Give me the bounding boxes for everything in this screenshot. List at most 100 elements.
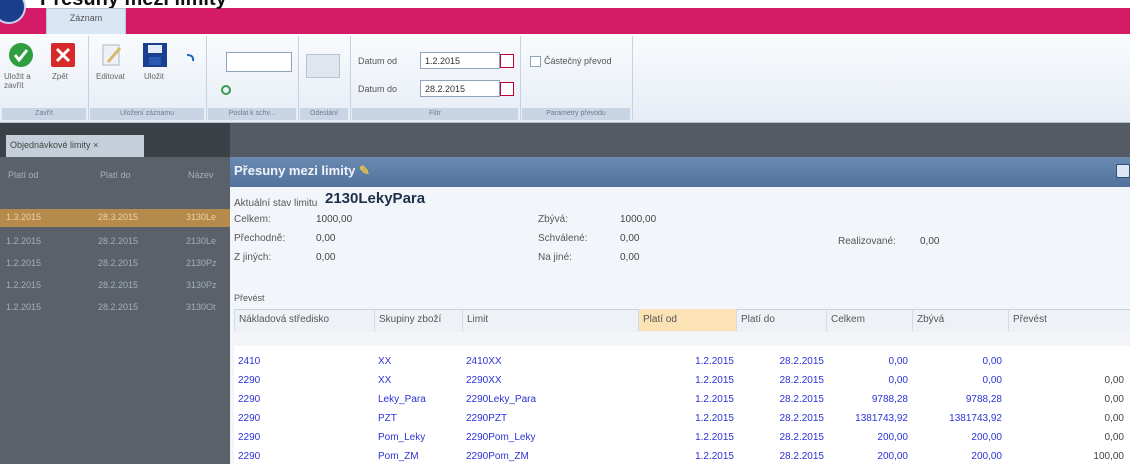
column-header-sorted[interactable]: Platí od <box>638 309 736 331</box>
cell-plati-od: 1.2.2015 <box>695 394 734 405</box>
cell-prevest[interactable]: 0,00 <box>1008 394 1124 405</box>
bg-cell: 28.2.2015 <box>98 280 139 290</box>
cell-prevest[interactable]: 0,00 <box>1008 413 1124 424</box>
cell-zbyva: 200,00 <box>971 432 1002 443</box>
bg-column-header: Platí od <box>8 170 39 180</box>
back-button[interactable]: Zpět <box>52 72 68 81</box>
cell-zbyva: 1381743,92 <box>949 413 1002 424</box>
table-row[interactable]: 2410 XX 2410XX 1.2.2015 28.2.2015 0,00 0… <box>234 353 1130 372</box>
table-row[interactable]: 2290 Pom_Leky 2290Pom_Leky 1.2.2015 28.2… <box>234 429 1130 448</box>
cell-plati-do: 28.2.2015 <box>779 394 825 405</box>
column-header[interactable]: Skupiny zboží <box>374 309 462 331</box>
group-label-save: Uložení záznamu <box>90 108 204 120</box>
cell-prevest[interactable]: 100,00 <box>1008 451 1124 462</box>
cell-plati-od: 1.2.2015 <box>695 451 734 462</box>
ribbon-group-send-approve: Poslat k schv... <box>206 36 299 120</box>
undo-icon[interactable] <box>184 52 196 66</box>
zbyva-label: Zbývá: <box>538 214 569 225</box>
column-header[interactable]: Platí do <box>736 309 826 331</box>
send-icon[interactable] <box>306 54 340 78</box>
partial-transfer-checkbox[interactable] <box>530 56 541 67</box>
table-row[interactable]: 2290 Pom_ZM 2290Pom_ZM 1.2.2015 28.2.201… <box>234 448 1130 467</box>
edit-button[interactable]: Editovat <box>96 72 125 81</box>
prechodne-label: Přechodně: <box>234 233 286 244</box>
group-label-close: Zavřít <box>2 108 86 120</box>
group-label-send: Odeslání <box>300 108 348 120</box>
close-icon[interactable] <box>50 42 76 68</box>
group-label-filter: Filtr <box>352 108 518 120</box>
save-icon[interactable] <box>142 42 168 68</box>
cell-plati-od: 1.2.2015 <box>695 375 734 386</box>
cell-ns: 2290 <box>238 451 261 462</box>
tab-objednavkove-limity[interactable]: Objednávkové limity × <box>6 135 144 157</box>
save-button[interactable]: Uložit <box>144 72 164 81</box>
cell-zbyva: 0,00 <box>982 375 1002 386</box>
cell-zbyva: 200,00 <box>971 451 1002 462</box>
close-tab-icon[interactable]: × <box>93 140 98 150</box>
check-icon[interactable] <box>8 42 34 68</box>
cell-prevest[interactable]: 0,00 <box>1008 375 1124 386</box>
group-label-send-approve: Poslat k schv... <box>208 108 296 120</box>
date-to-field[interactable]: 28.2.2015 <box>420 80 500 97</box>
table-row[interactable]: 2290 Leky_Para 2290Leky_Para 1.2.2015 28… <box>234 391 1130 410</box>
column-header[interactable]: Nákladová středisko <box>234 309 374 331</box>
maximize-icon[interactable] <box>1116 164 1130 178</box>
dialog-title: Přesuny mezi limity ✎ <box>234 163 370 179</box>
column-header[interactable]: Limit <box>462 309 638 331</box>
cell-limit: 2290XX <box>466 375 502 386</box>
cell-plati-od: 1.2.2015 <box>695 413 734 424</box>
limit-name: 2130LekyPara <box>325 190 426 207</box>
schvalene-label: Schválené: <box>538 233 588 244</box>
date-to-label: Datum do <box>358 84 398 94</box>
cell-plati-od: 1.2.2015 <box>695 356 734 367</box>
tab-label: Objednávkové limity <box>10 140 91 150</box>
column-header[interactable]: Zbývá <box>912 309 1008 331</box>
date-from-field[interactable]: 1.2.2015 <box>420 52 500 69</box>
bg-cell: 3130Le <box>186 212 217 222</box>
table-row[interactable]: 2290 XX 2290XX 1.2.2015 28.2.2015 0,00 0… <box>234 372 1130 391</box>
filter-row[interactable] <box>234 332 1130 346</box>
ribbon-group-filter: Datum od 1.2.2015 Datum do 28.2.2015 Fil… <box>350 36 521 120</box>
table-row[interactable]: 2290 PZT 2290PZT 1.2.2015 28.2.2015 1381… <box>234 410 1130 429</box>
bg-table-row[interactable]: 1.3.2015 28.3.2015 3130Le <box>0 209 230 227</box>
pencil-icon: ✎ <box>359 163 370 178</box>
cell-ns: 2290 <box>238 394 261 405</box>
bg-table-row[interactable]: 1.2.2015 28.2.2015 3130Pz <box>0 277 230 295</box>
ribbon-group-transfer-params: Částečný převod Parametry převodu <box>520 36 633 120</box>
approval-input[interactable] <box>226 52 292 72</box>
cell-celkem: 0,00 <box>888 356 908 367</box>
cell-skupina: Leky_Para <box>378 394 426 405</box>
limit-state-label: Aktuální stav limitu <box>234 198 318 209</box>
edit-icon[interactable] <box>100 42 124 68</box>
na-jine-label: Na jiné: <box>538 252 572 263</box>
cell-celkem: 1381743,92 <box>855 413 908 424</box>
calendar-icon[interactable] <box>500 82 514 96</box>
partial-transfer-label: Částečný převod <box>544 56 612 66</box>
cell-zbyva: 0,00 <box>982 356 1002 367</box>
refresh-icon[interactable] <box>220 84 232 96</box>
calendar-icon[interactable] <box>500 54 514 68</box>
bg-cell: 2130Le <box>186 236 217 246</box>
bg-cell: 28.2.2015 <box>98 258 139 268</box>
bg-table-row[interactable]: 1.2.2015 28.2.2015 3130Ot <box>0 299 230 317</box>
bg-cell: 28.2.2015 <box>98 302 139 312</box>
cell-ns: 2410 <box>238 356 261 367</box>
cell-zbyva: 9788,28 <box>965 394 1002 405</box>
cell-ns: 2290 <box>238 375 261 386</box>
cell-skupina: Pom_Leky <box>378 432 426 443</box>
z-jinych-label: Z jiných: <box>234 252 272 263</box>
column-header[interactable]: Celkem <box>826 309 912 331</box>
group-label-transfer-params: Parametry převodu <box>522 108 630 120</box>
ribbon-group-save: Editovat Uložit Uložení záznamu <box>88 36 207 120</box>
column-header[interactable]: Převést <box>1008 309 1130 331</box>
bg-table-row[interactable]: 1.2.2015 28.2.2015 2130Pz <box>0 255 230 273</box>
cell-plati-do: 28.2.2015 <box>779 356 825 367</box>
tab-zaznam[interactable]: Záznam <box>46 8 126 34</box>
cell-plati-do: 28.2.2015 <box>779 375 825 386</box>
bg-table-row[interactable]: 1.2.2015 28.2.2015 2130Le <box>0 233 230 251</box>
cell-limit: 2290PZT <box>466 413 508 424</box>
cell-prevest[interactable]: 0,00 <box>1008 432 1124 443</box>
save-close-button[interactable]: Uložit a zavřít <box>4 72 40 90</box>
bg-cell: 1.2.2015 <box>6 258 42 268</box>
realizovane-label: Realizované: <box>838 236 896 247</box>
